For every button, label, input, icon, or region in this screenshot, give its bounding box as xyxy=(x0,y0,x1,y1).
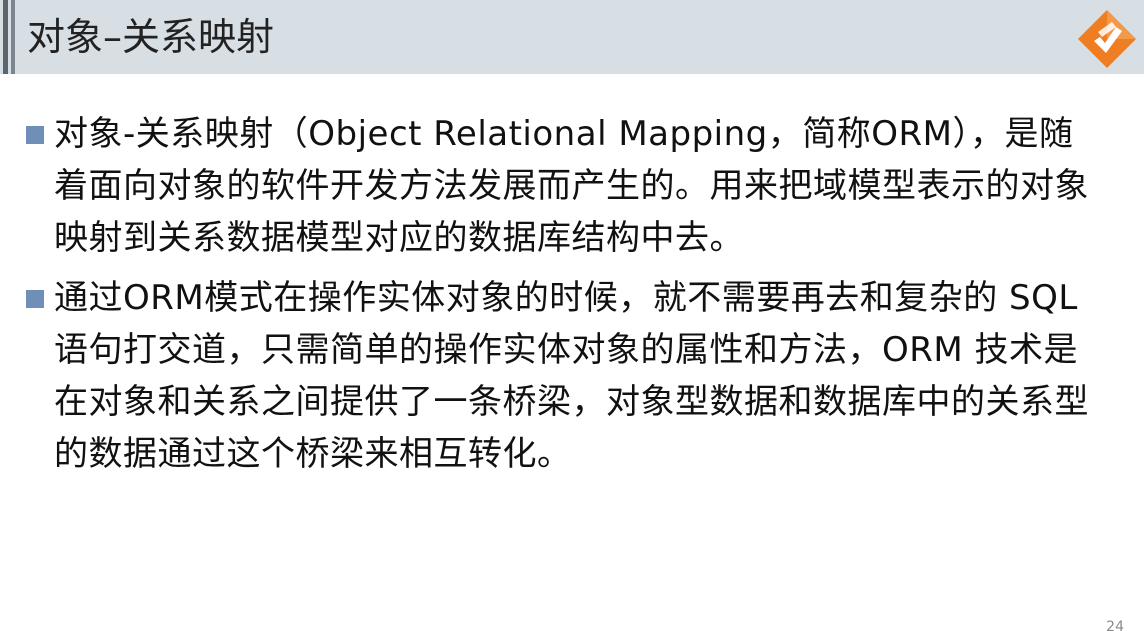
slide-title: 对象–关系映射 xyxy=(27,15,275,59)
slide-content: 对象-关系映射（Object Relational Mapping，简称ORM）… xyxy=(24,108,1104,488)
title-bar: 对象–关系映射 xyxy=(0,0,1144,74)
bullet-text: 对象-关系映射（Object Relational Mapping，简称ORM）… xyxy=(54,114,1089,258)
orange-diamond-logo-icon xyxy=(1078,10,1136,68)
page-number: 24 xyxy=(1106,619,1124,631)
square-bullet-icon xyxy=(26,126,44,144)
slide: 对象–关系映射 对象-关系映射（Object Relational Mappin… xyxy=(0,0,1144,631)
title-accent-bar-secondary xyxy=(11,0,15,74)
square-bullet-icon xyxy=(26,290,44,308)
title-accent-bar xyxy=(3,0,8,74)
bullet-item-orm-definition: 对象-关系映射（Object Relational Mapping，简称ORM）… xyxy=(24,108,1104,264)
bullet-text: 通过ORM模式在操作实体对象的时候，就不需要再去和复杂的 SQL语句打交道，只需… xyxy=(54,278,1089,474)
bullet-item-orm-benefit: 通过ORM模式在操作实体对象的时候，就不需要再去和复杂的 SQL语句打交道，只需… xyxy=(24,272,1104,480)
